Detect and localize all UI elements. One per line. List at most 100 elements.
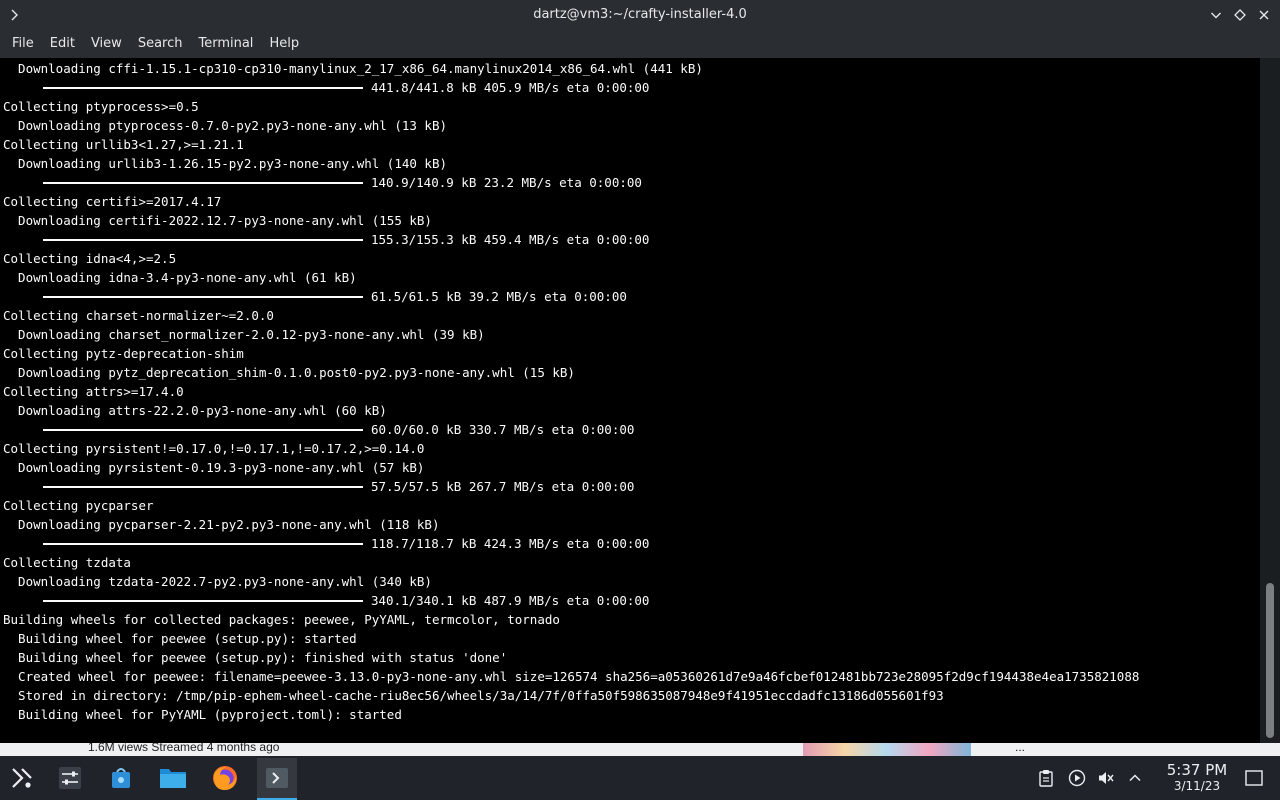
window-controls — [1206, 5, 1274, 25]
terminal-line: Downloading ptyprocess-0.7.0-py2.py3-non… — [3, 118, 448, 133]
terminal-line: Downloading attrs-22.2.0-py3-none-any.wh… — [3, 403, 387, 418]
video-thumbnail — [803, 743, 971, 756]
progress-line: 155.3/155.3 kB 459.4 MB/s eta 0:00:00 — [0, 230, 1260, 249]
menu-bar: File Edit View Search Terminal Help — [0, 30, 1280, 58]
application-launcher-button[interactable] — [2, 758, 42, 798]
terminal-line: Collecting pycparser — [3, 498, 154, 513]
clipboard-icon — [1039, 770, 1053, 787]
terminal-line: Building wheels for collected packages: … — [3, 612, 560, 627]
taskbar: 5:37 PM 3/11/23 — [0, 756, 1280, 800]
terminal-window: dartz@vm3:~/crafty-installer-4.0 File Ed… — [0, 0, 1280, 743]
terminal-line: Collecting ptyprocess>=0.5 — [3, 99, 199, 114]
progress-bar — [43, 295, 363, 298]
firefox-icon — [213, 766, 237, 790]
progress-line: 118.7/118.7 kB 424.3 MB/s eta 0:00:00 — [0, 534, 1260, 553]
terminal-line: Collecting certifi>=2017.4.17 — [3, 194, 222, 209]
progress-stats: 57.5/57.5 kB 267.7 MB/s eta 0:00:00 — [371, 479, 635, 494]
mixer-settings-button[interactable] — [50, 758, 90, 798]
terminal-line: Downloading cffi-1.15.1-cp310-cp310-many… — [3, 61, 703, 76]
terminal-line: Downloading idna-3.4-py3-none-any.whl (6… — [3, 270, 357, 285]
progress-bar — [43, 428, 363, 431]
progress-stats: 155.3/155.3 kB 459.4 MB/s eta 0:00:00 — [371, 232, 650, 247]
titlebar[interactable]: dartz@vm3:~/crafty-installer-4.0 — [0, 0, 1280, 30]
progress-bar — [43, 181, 363, 184]
terminal-line: Collecting urllib3<1.27,>=1.21.1 — [3, 137, 244, 152]
progress-bar — [43, 238, 363, 241]
progress-bar — [43, 86, 363, 89]
progress-bar — [43, 599, 363, 602]
menu-edit[interactable]: Edit — [42, 30, 83, 58]
progress-stats: 61.5/61.5 kB 39.2 MB/s eta 0:00:00 — [371, 289, 627, 304]
video-meta-text: 1.6M views Streamed 4 months ago — [88, 743, 280, 754]
show-desktop-icon — [1245, 770, 1263, 786]
menu-view[interactable]: View — [83, 30, 130, 58]
digital-clock[interactable]: 5:37 PM 3/11/23 — [1152, 762, 1242, 794]
konsole-taskbar-button[interactable] — [257, 758, 297, 800]
progress-stats: 118.7/118.7 kB 424.3 MB/s eta 0:00:00 — [371, 536, 650, 551]
background-partial-text: ... — [1015, 743, 1026, 754]
maximize-button[interactable] — [1230, 5, 1250, 25]
progress-stats: 140.9/140.9 kB 23.2 MB/s eta 0:00:00 — [371, 175, 642, 190]
discover-store-button[interactable] — [101, 758, 141, 798]
volume-tray-button[interactable] — [1096, 756, 1116, 800]
progress-line: 140.9/140.9 kB 23.2 MB/s eta 0:00:00 — [0, 173, 1260, 192]
terminal-line: Created wheel for peewee: filename=peewe… — [3, 669, 1140, 684]
progress-stats: 441.8/441.8 kB 405.9 MB/s eta 0:00:00 — [371, 80, 650, 95]
terminal-line: Downloading charset_normalizer-2.0.12-py… — [3, 327, 485, 342]
show-hidden-icons-button[interactable] — [1125, 756, 1145, 800]
chevron-up-icon — [1129, 774, 1141, 782]
discover-store-icon — [112, 768, 130, 788]
clipboard-tray-button[interactable] — [1036, 756, 1056, 800]
terminal-line: Collecting attrs>=17.4.0 — [3, 384, 184, 399]
terminal-line: Building wheel for peewee (setup.py): st… — [3, 631, 357, 646]
terminal-line: Collecting idna<4,>=2.5 — [3, 251, 177, 266]
menu-search[interactable]: Search — [130, 30, 191, 58]
terminal-line: Building wheel for PyYAML (pyproject.tom… — [3, 707, 402, 722]
media-player-tray-button[interactable] — [1067, 756, 1087, 800]
terminal-line: Collecting charset-normalizer~=2.0.0 — [3, 308, 274, 323]
terminal-line: Stored in directory: /tmp/pip-ephem-whee… — [3, 688, 944, 703]
firefox-button[interactable] — [205, 758, 245, 798]
application-launcher-icon — [12, 768, 32, 788]
diamond-icon — [1234, 9, 1246, 21]
progress-line: 340.1/340.1 kB 487.9 MB/s eta 0:00:00 — [0, 591, 1260, 610]
progress-line: 60.0/60.0 kB 330.7 MB/s eta 0:00:00 — [0, 420, 1260, 439]
progress-bar — [43, 485, 363, 488]
close-icon — [1259, 10, 1269, 20]
chevron-down-icon — [1211, 12, 1221, 19]
clock-date: 3/11/23 — [1173, 779, 1221, 793]
progress-line: 57.5/57.5 kB 267.7 MB/s eta 0:00:00 — [0, 477, 1260, 496]
terminal-line: Downloading pytz_deprecation_shim-0.1.0.… — [3, 365, 575, 380]
progress-bar — [43, 542, 363, 545]
progress-stats: 340.1/340.1 kB 487.9 MB/s eta 0:00:00 — [371, 593, 650, 608]
background-window-strip: 1.6M views Streamed 4 months ago ... — [0, 743, 1280, 756]
konsole-terminal-icon — [266, 768, 288, 788]
file-manager-icon — [160, 769, 186, 788]
window-title: dartz@vm3:~/crafty-installer-4.0 — [533, 7, 747, 22]
scrollbar-thumb[interactable] — [1266, 583, 1274, 738]
play-icon — [1068, 769, 1086, 787]
menu-terminal[interactable]: Terminal — [190, 30, 261, 58]
terminal-line: Collecting pytz-deprecation-shim — [3, 346, 244, 361]
show-desktop-button[interactable] — [1242, 756, 1266, 800]
terminal-line: Downloading pyrsistent-0.19.3-py3-none-a… — [3, 460, 425, 475]
vertical-scrollbar[interactable] — [1260, 58, 1280, 743]
menu-file[interactable]: File — [4, 30, 42, 58]
terminal-output[interactable]: Downloading cffi-1.15.1-cp310-cp310-many… — [0, 58, 1260, 743]
terminal-line: Collecting pyrsistent!=0.17.0,!=0.17.1,!… — [3, 441, 425, 456]
progress-stats: 60.0/60.0 kB 330.7 MB/s eta 0:00:00 — [371, 422, 635, 437]
file-manager-button[interactable] — [153, 758, 193, 798]
close-button[interactable] — [1254, 5, 1274, 25]
progress-line: 441.8/441.8 kB 405.9 MB/s eta 0:00:00 — [0, 78, 1260, 97]
clock-time: 5:37 PM — [1166, 761, 1228, 779]
volume-muted-icon — [1099, 772, 1114, 784]
progress-line: 61.5/61.5 kB 39.2 MB/s eta 0:00:00 — [0, 287, 1260, 306]
minimize-button[interactable] — [1206, 5, 1226, 25]
terminal-line: Downloading pycparser-2.21-py2.py3-none-… — [3, 517, 440, 532]
terminal-line: Downloading certifi-2022.12.7-py3-none-a… — [3, 213, 432, 228]
terminal-line: Collecting tzdata — [3, 555, 131, 570]
terminal-line: Downloading urllib3-1.26.15-py2.py3-none… — [3, 156, 448, 171]
mixer-settings-icon — [59, 767, 81, 789]
terminal-line: Building wheel for peewee (setup.py): fi… — [3, 650, 508, 665]
menu-help[interactable]: Help — [261, 30, 307, 58]
